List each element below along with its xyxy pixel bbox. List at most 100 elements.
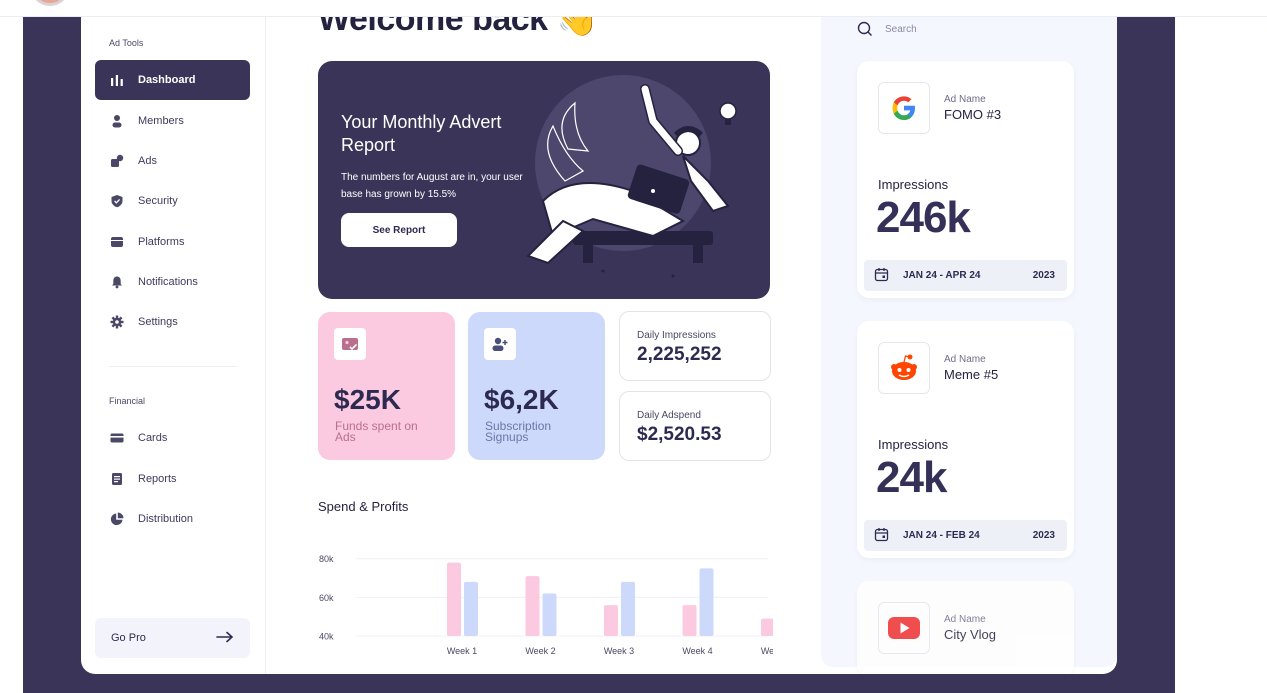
sidebar-item-dashboard[interactable]: Dashboard: [95, 60, 250, 100]
credit-card-icon: [110, 431, 124, 445]
ad-name: Meme #5: [944, 367, 999, 382]
ad-name-label: Ad Name: [944, 614, 986, 625]
bar[interactable]: [761, 618, 773, 636]
add-user-icon: [484, 328, 516, 360]
person-relaxing-illustration: [526, 75, 737, 278]
bar[interactable]: [447, 562, 461, 636]
user-icon: [110, 114, 124, 128]
date-range-bar[interactable]: JAN 24 - APR 24 2023: [864, 260, 1067, 291]
shield-icon: [110, 194, 124, 208]
bar[interactable]: [699, 568, 714, 636]
x-tick-label: Week 1: [447, 646, 477, 656]
sidebar-item-label: Members: [138, 115, 184, 127]
search-icon: [857, 21, 872, 36]
sidebar-divider: [109, 366, 237, 367]
bar[interactable]: [464, 581, 478, 636]
sidebar-item-label: Ads: [138, 155, 157, 167]
section-label-financial: Financial: [109, 396, 146, 406]
pie-chart-icon: [110, 512, 124, 526]
sidebar-item-distribution[interactable]: Distribution: [95, 499, 250, 539]
subscription-signups-value: $6,2K: [484, 384, 559, 415]
ad-name: City Vlog: [944, 627, 997, 642]
sidebar: Ad Tools Dashboard Members Ads Security …: [81, 17, 266, 674]
ad-card-fomo[interactable]: Ad Name FOMO #3 Impressions 246k JAN 24 …: [857, 61, 1074, 298]
hero-title: Your Monthly Advert Report: [341, 112, 502, 155]
ad-card-city-vlog[interactable]: Ad Name City Vlog: [857, 581, 1074, 674]
sidebar-item-label: Platforms: [138, 236, 185, 248]
x-tick-label: Week 2: [525, 646, 555, 656]
calendar-icon: [874, 527, 889, 545]
sidebar-item-label: Dashboard: [138, 74, 196, 86]
see-report-button[interactable]: See Report: [341, 213, 457, 247]
youtube-logo-icon: [878, 602, 930, 654]
funds-spent-card[interactable]: $25K Funds spent on Ads: [318, 312, 455, 460]
date-range: JAN 24 - FEB 24: [903, 530, 980, 541]
daily-impressions-card[interactable]: Daily Impressions 2,225,252: [619, 311, 771, 381]
ads-icon: [110, 154, 124, 168]
subscription-signups-label: Subscription Signups: [485, 419, 552, 444]
search-input[interactable]: Search: [885, 24, 917, 35]
bar[interactable]: [525, 576, 540, 636]
chart-title: Spend & Profits: [318, 499, 409, 514]
go-pro-label: Go Pro: [111, 632, 146, 644]
arrow-right-icon: [216, 631, 234, 646]
subscription-signups-card[interactable]: $6,2K Subscription Signups: [468, 312, 605, 460]
funds-spent-label: Funds spent on Ads: [335, 419, 418, 444]
search-bar[interactable]: Search: [857, 21, 917, 37]
hero-description: The numbers for August are in, your user…: [341, 172, 523, 200]
x-tick-label: Week 4: [682, 646, 712, 656]
sidebar-item-members[interactable]: Members: [95, 101, 250, 141]
sidebar-item-cards[interactable]: Cards: [95, 418, 250, 458]
calendar-icon: [874, 267, 889, 285]
sidebar-item-label: Distribution: [138, 513, 194, 525]
sidebar-item-label: Security: [138, 195, 178, 207]
bar-chart-icon: [110, 73, 124, 87]
daily-impressions-value: 2,225,252: [637, 344, 722, 365]
bar[interactable]: [542, 593, 557, 637]
bar[interactable]: [621, 581, 635, 636]
sidebar-item-label: Cards: [138, 432, 168, 444]
ad-card-meme[interactable]: Ad Name Meme #5 Impressions 24k JAN 24 -…: [857, 321, 1074, 558]
spend-profits-chart: 80k 60k 40k Week 1 Week 2 Week 3 Week 4 Week 5: [319, 554, 773, 656]
date-range: JAN 24 - APR 24: [903, 270, 981, 281]
impressions-value: 246k: [876, 193, 971, 242]
sidebar-item-label: Settings: [138, 316, 178, 328]
daily-adspend-label: Daily Adspend: [637, 410, 701, 421]
impressions-label: Impressions: [878, 177, 949, 192]
gear-icon: [110, 315, 124, 329]
ad-name-label: Ad Name: [944, 94, 986, 105]
browser-window-icon: [110, 235, 124, 249]
sidebar-item-settings[interactable]: Settings: [95, 302, 250, 342]
top-bar: [0, 0, 1267, 17]
go-pro-button[interactable]: Go Pro: [95, 618, 250, 658]
ads-column: Search Ad Name FOMO #3 Impressions 246k …: [821, 17, 1117, 674]
sidebar-item-ads[interactable]: Ads: [95, 141, 250, 181]
impressions-label: Impressions: [878, 437, 949, 452]
year: 2023: [1032, 530, 1055, 541]
page-title: Welcome back 👋: [318, 17, 599, 38]
section-label-ad-tools: Ad Tools: [109, 38, 144, 48]
ad-image-icon: [334, 328, 366, 360]
sidebar-item-platforms[interactable]: Platforms: [95, 222, 250, 262]
funds-spent-value: $25K: [334, 384, 401, 415]
date-range-bar[interactable]: JAN 24 - FEB 24 2023: [864, 520, 1067, 551]
bar[interactable]: [682, 605, 697, 636]
sidebar-item-reports[interactable]: Reports: [95, 459, 250, 499]
daily-adspend-value: $2,520.53: [637, 424, 722, 445]
bell-icon: [110, 275, 124, 289]
x-tick-label: Week 5: [761, 646, 773, 656]
daily-adspend-card[interactable]: Daily Adspend $2,520.53: [619, 391, 771, 461]
daily-impressions-label: Daily Impressions: [637, 330, 716, 341]
sidebar-item-security[interactable]: Security: [95, 181, 250, 221]
monthly-report-banner: Your Monthly Advert Report The numbers f…: [318, 61, 770, 299]
avatar[interactable]: [30, 0, 70, 6]
sidebar-item-notifications[interactable]: Notifications: [95, 262, 250, 302]
bar[interactable]: [604, 605, 618, 636]
year: 2023: [1032, 270, 1055, 281]
dashboard-panel: Ad Tools Dashboard Members Ads Security …: [81, 17, 1117, 674]
sidebar-item-label: Notifications: [138, 276, 198, 288]
document-icon: [110, 472, 124, 486]
google-logo-icon: [878, 82, 930, 134]
sidebar-item-label: Reports: [138, 473, 177, 485]
y-tick-label: 80k: [319, 554, 334, 564]
